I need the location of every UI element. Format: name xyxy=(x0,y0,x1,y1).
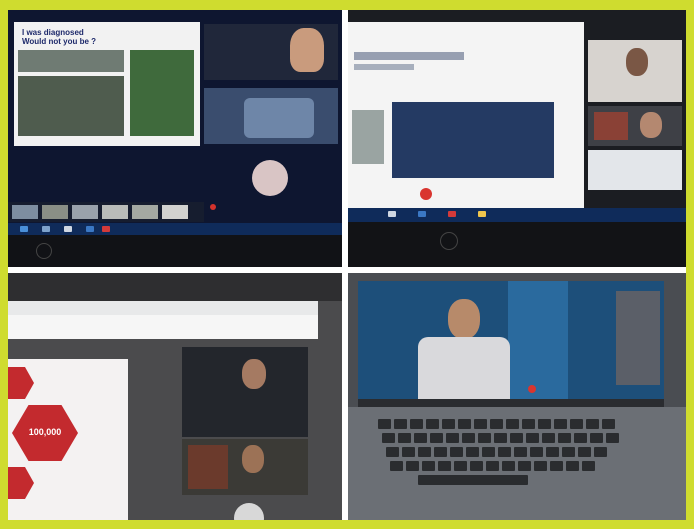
taskbar-app-icon xyxy=(478,211,486,217)
laptop-bezel xyxy=(8,235,342,267)
taskbar xyxy=(8,223,342,235)
photo-laptop-hexagon-slide: 100,000 xyxy=(8,273,342,520)
taskbar-app-icon xyxy=(42,226,50,232)
window-curtain xyxy=(508,281,568,399)
participant-video xyxy=(204,24,338,80)
participant-bg xyxy=(594,112,628,140)
participant-video xyxy=(182,439,308,495)
taskbar-app-icon xyxy=(418,211,426,217)
taskbar-app-icon xyxy=(388,211,396,217)
laptop-bezel-top xyxy=(8,273,342,301)
taskbar-app-icon xyxy=(20,226,28,232)
participant-video xyxy=(588,40,682,102)
end-call-icon xyxy=(420,188,432,200)
thumbnail-strip xyxy=(8,202,204,222)
participant-video xyxy=(204,88,338,144)
participant-face xyxy=(626,48,648,76)
thumbnail xyxy=(72,205,98,219)
stat-hexagon: 100,000 xyxy=(12,405,78,461)
participant-face xyxy=(290,28,324,72)
thumbnail xyxy=(132,205,158,219)
taskbar xyxy=(348,208,686,222)
laptop-keyboard-deck xyxy=(348,407,686,520)
hp-logo-icon xyxy=(36,243,52,259)
participant-face xyxy=(640,112,662,138)
thumbnail xyxy=(12,205,38,219)
taskbar-app-icon xyxy=(64,226,72,232)
stat-hexagon xyxy=(8,367,34,399)
thumbnail xyxy=(42,205,68,219)
participant-bg xyxy=(188,445,228,489)
participant-video xyxy=(182,347,308,437)
stat-hexagon xyxy=(8,467,34,499)
collage-frame: I was diagnosed Would not you be ? 100,0… xyxy=(0,0,694,529)
laptop-bezel xyxy=(348,222,686,267)
thumbnail xyxy=(102,205,128,219)
slide-text: I was diagnosed Would not you be ? xyxy=(22,28,97,46)
shared-slide: 100,000 xyxy=(8,359,128,520)
taskbar-app-icon xyxy=(102,226,110,232)
video-screen xyxy=(358,281,664,399)
participant-face xyxy=(242,445,264,473)
participant-video xyxy=(588,106,682,146)
taskbar-app-icon xyxy=(86,226,94,232)
browser-toolbar xyxy=(8,315,318,339)
thumbnail xyxy=(162,205,188,219)
photo-grid: I was diagnosed Would not you be ? 100,0… xyxy=(8,10,686,520)
microscope-image xyxy=(392,102,554,178)
slide-photo xyxy=(18,50,124,72)
shared-slide: I was diagnosed Would not you be ? xyxy=(14,22,200,146)
slide-photo xyxy=(352,110,384,164)
photo-laptop-slide-participants: I was diagnosed Would not you be ? xyxy=(8,10,342,267)
slide-photo xyxy=(130,50,194,136)
slide-photo xyxy=(18,76,124,136)
photo-laptop-speaker-keyboard xyxy=(348,273,686,520)
participant-avatar xyxy=(234,503,264,520)
mic-muted-icon xyxy=(210,204,216,210)
shared-slide xyxy=(348,22,584,208)
speaker-jacket xyxy=(418,337,510,399)
participant-face xyxy=(242,359,266,389)
participant-list xyxy=(616,291,660,385)
laptop-hinge xyxy=(358,399,664,407)
photo-laptop-microscope-slide xyxy=(348,10,686,267)
speaker-face xyxy=(448,299,480,339)
participant-figure xyxy=(244,98,314,138)
participant-avatar xyxy=(252,160,288,196)
participant-video xyxy=(588,150,682,190)
hp-logo-icon xyxy=(440,232,458,250)
keyboard xyxy=(378,419,648,503)
slide-text-line xyxy=(354,64,414,70)
taskbar-app-icon xyxy=(448,211,456,217)
browser-tabbar xyxy=(8,301,318,315)
stat-value: 100,000 xyxy=(28,427,62,437)
slide-text-line xyxy=(354,52,464,60)
end-call-icon xyxy=(528,385,536,393)
